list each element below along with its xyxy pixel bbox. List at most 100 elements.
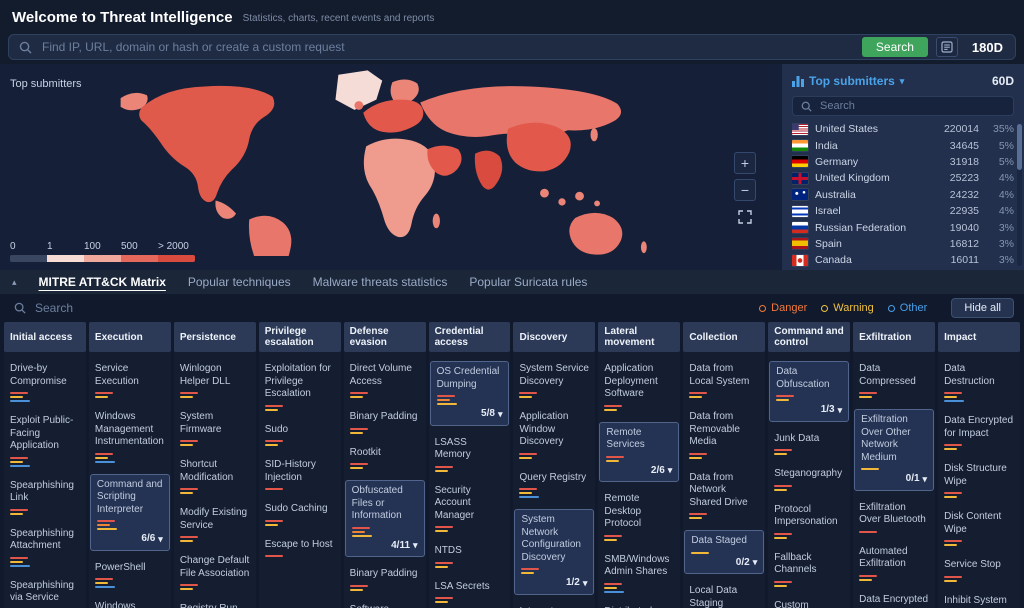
technique-remote-desktop-protocol[interactable]: Remote Desktop Protocol [598, 491, 680, 543]
technique-powershell[interactable]: PowerShell [89, 560, 171, 591]
technique-registry-run-keys-startup-folder[interactable]: Registry Run Keys / Startup Folder [174, 601, 256, 608]
fullscreen-button[interactable] [734, 206, 756, 228]
map-region-north-america[interactable] [139, 86, 274, 202]
technique-system-firmware[interactable]: System Firmware [174, 409, 256, 448]
technique-exfiltration-over-bluetooth[interactable]: Exfiltration Over Bluetooth [853, 500, 935, 535]
legend-toggle-danger[interactable]: Danger [759, 302, 807, 314]
technique-exploit-public-facing-application[interactable]: Exploit Public-Facing Application [4, 413, 86, 469]
technique-service-stop[interactable]: Service Stop [938, 557, 1020, 584]
technique-automated-exfiltration[interactable]: Automated Exfiltration [853, 544, 935, 583]
map-region-europe[interactable] [363, 100, 423, 133]
map-region-new-zealand[interactable] [641, 241, 647, 253]
technique-exploitation-for-privilege-escalation[interactable]: Exploitation for Privilege Escalation [259, 361, 341, 413]
technique-windows-command-shell[interactable]: Windows Command Shell [89, 599, 171, 608]
map-region-se-asia[interactable] [558, 198, 565, 205]
technique-data-encrypted-for-impact[interactable]: Data Encrypted for Impact [938, 413, 1020, 452]
technique-lsass-memory[interactable]: LSASS Memory [429, 435, 511, 474]
technique-command-and-scripting-interpreter[interactable]: Command and Scripting Interpreter6/6 ▾ [90, 474, 170, 551]
technique-count-badge[interactable]: 0/2 ▾ [691, 557, 757, 570]
technique-smb-windows-admin-shares[interactable]: SMB/Windows Admin Shares [598, 552, 680, 595]
technique-disk-content-wipe[interactable]: Disk Content Wipe [938, 509, 1020, 548]
tab-mitre-att-ck-matrix[interactable]: MITRE ATT&CK Matrix [39, 275, 166, 289]
technique-escape-to-host[interactable]: Escape to Host [259, 537, 341, 560]
technique-count-badge[interactable]: 6/6 ▾ [97, 533, 163, 546]
map-region-madagascar[interactable] [433, 214, 440, 229]
submitter-row-canada[interactable]: Canada160113% [792, 252, 1014, 268]
submitter-row-united-states[interactable]: United States22001435% [792, 121, 1014, 137]
technique-os-credential-dumping[interactable]: OS Credential Dumping5/8 ▾ [430, 361, 510, 426]
technique-fallback-channels[interactable]: Fallback Channels [768, 550, 850, 589]
technique-binary-padding[interactable]: Binary Padding [344, 409, 426, 436]
technique-drive-by-compromise[interactable]: Drive-by Compromise [4, 361, 86, 404]
technique-sid-history-injection[interactable]: SID-History Injection [259, 457, 341, 492]
technique-software-packing[interactable]: Software Packing [344, 602, 426, 608]
technique-count-badge[interactable]: 0/1 ▾ [861, 473, 927, 486]
submitters-dropdown[interactable]: Top submitters ▾ [792, 74, 904, 88]
technique-lsa-secrets[interactable]: LSA Secrets [429, 579, 511, 606]
submitter-row-india[interactable]: India346455% [792, 137, 1014, 153]
technique-data-from-removable-media[interactable]: Data from Removable Media [683, 409, 765, 461]
submitter-row-australia[interactable]: Australia242324% [792, 187, 1014, 203]
technique-disk-structure-wipe[interactable]: Disk Structure Wipe [938, 461, 1020, 500]
technique-windows-management-instrumentation[interactable]: Windows Management Instrumentation [89, 409, 171, 465]
technique-sudo-caching[interactable]: Sudo Caching [259, 501, 341, 528]
technique-distributed-component-object-model[interactable]: Distributed Component Object Model [598, 604, 680, 608]
submitter-row-united-kingdom[interactable]: United Kingdom252234% [792, 170, 1014, 186]
technique-data-destruction[interactable]: Data Destruction [938, 361, 1020, 404]
technique-modify-existing-service[interactable]: Modify Existing Service [174, 505, 256, 544]
hide-all-button[interactable]: Hide all [951, 298, 1014, 318]
technique-remote-services[interactable]: Remote Services2/6 ▾ [599, 422, 679, 483]
technique-spearphishing-attachment[interactable]: Spearphishing Attachment [4, 526, 86, 569]
map-region-japan[interactable] [591, 128, 598, 141]
map-region-se-asia[interactable] [575, 192, 584, 201]
technique-binary-padding[interactable]: Binary Padding [344, 566, 426, 593]
submitter-row-germany[interactable]: Germany319185% [792, 154, 1014, 170]
collapse-section-icon[interactable]: ▴ [12, 277, 17, 288]
technique-local-data-staging[interactable]: Local Data Staging [683, 583, 765, 608]
submitter-row-israel[interactable]: Israel229354% [792, 203, 1014, 219]
map-region-se-asia[interactable] [540, 189, 549, 198]
technique-data-compressed[interactable]: Data Compressed [853, 361, 935, 400]
technique-data-staged[interactable]: Data Staged0/2 ▾ [684, 530, 764, 574]
legend-toggle-other[interactable]: Other [888, 302, 928, 314]
technique-direct-volume-access[interactable]: Direct Volume Access [344, 361, 426, 400]
submitters-search-input[interactable] [818, 99, 1005, 113]
tab-popular-techniques[interactable]: Popular techniques [188, 275, 291, 289]
technique-data-from-network-shared-drive[interactable]: Data from Network Shared Drive [683, 470, 765, 522]
technique-system-service-discovery[interactable]: System Service Discovery [513, 361, 595, 400]
map-region-india[interactable] [475, 151, 502, 190]
map-region-uk[interactable] [354, 101, 363, 110]
technique-count-badge[interactable]: 4/11 ▾ [352, 540, 418, 553]
technique-inhibit-system-recovery[interactable]: Inhibit System Recovery [938, 593, 1020, 608]
technique-application-window-discovery[interactable]: Application Window Discovery [513, 409, 595, 461]
technique-spearphishing-link[interactable]: Spearphishing Link [4, 478, 86, 517]
world-map[interactable] [10, 66, 772, 256]
technique-obfuscated-files-or-information[interactable]: Obfuscated Files or Information4/11 ▾ [345, 480, 425, 557]
zoom-in-button[interactable]: + [734, 152, 756, 174]
technique-query-registry[interactable]: Query Registry [513, 470, 595, 501]
tab-popular-suricata-rules[interactable]: Popular Suricata rules [469, 275, 587, 289]
technique-winlogon-helper-dll[interactable]: Winlogon Helper DLL [174, 361, 256, 400]
scrollbar-thumb[interactable] [1017, 124, 1022, 170]
technique-rootkit[interactable]: Rootkit [344, 445, 426, 472]
map-region-se-asia[interactable] [594, 200, 600, 206]
submitters-period-selector[interactable]: 60D [992, 74, 1014, 88]
legend-toggle-warning[interactable]: Warning [821, 302, 874, 314]
technique-data-obfuscation[interactable]: Data Obfuscation1/3 ▾ [769, 361, 849, 422]
technique-junk-data[interactable]: Junk Data [768, 431, 850, 458]
zoom-out-button[interactable]: − [734, 179, 756, 201]
map-region-east-asia[interactable] [507, 123, 571, 172]
global-period-selector[interactable]: 180D [966, 40, 1009, 55]
submitter-row-russian-federation[interactable]: Russian Federation190403% [792, 219, 1014, 235]
technique-spearphishing-via-service[interactable]: Spearphishing via Service [4, 578, 86, 608]
tab-malware-threats-statistics[interactable]: Malware threats statistics [313, 275, 448, 289]
technique-protocol-impersonation[interactable]: Protocol Impersonation [768, 502, 850, 541]
technique-application-deployment-software[interactable]: Application Deployment Software [598, 361, 680, 413]
submitter-row-spain[interactable]: Spain168123% [792, 236, 1014, 252]
technique-steganography[interactable]: Steganography [768, 466, 850, 493]
technique-data-encrypted[interactable]: Data Encrypted [853, 592, 935, 608]
map-region-africa[interactable] [364, 139, 435, 238]
map-region-australia[interactable] [569, 213, 622, 255]
technique-count-badge[interactable]: 5/8 ▾ [437, 408, 503, 421]
technique-custom-cryptographic-protocol[interactable]: Custom Cryptographic Protocol [768, 598, 850, 608]
